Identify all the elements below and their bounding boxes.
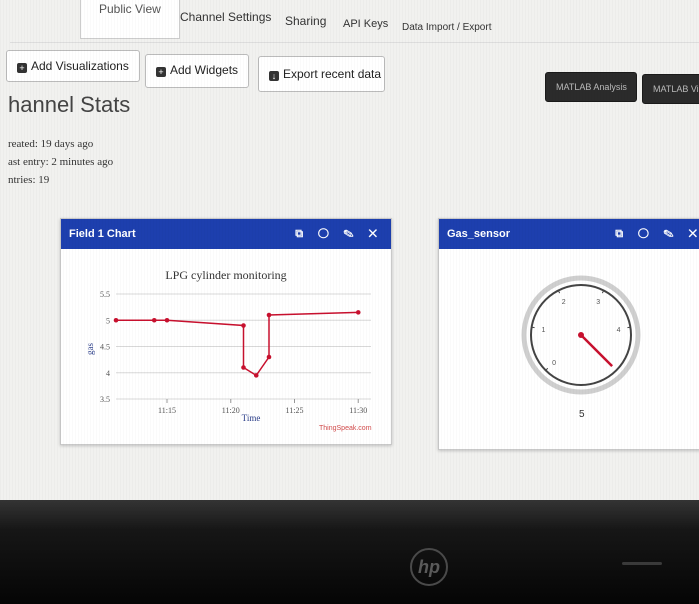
add-widgets-button[interactable]: + Add Widgets (145, 54, 250, 88)
gas-sensor-panel: Gas_sensor ⧉ ◯ ✎ ✕ 0 1 2 3 4 5 (438, 218, 699, 450)
gas-sensor-header: Gas_sensor ⧉ ◯ ✎ ✕ (439, 219, 699, 249)
tab-sharing[interactable]: Sharing (285, 14, 326, 28)
add-widgets-label: Add Widgets (170, 63, 239, 77)
gauge-tick-label: 2 (562, 299, 566, 306)
chart-ylabel: gas (85, 343, 95, 355)
data-point[interactable] (164, 317, 170, 323)
gas-gauge: 0 1 2 3 4 (521, 275, 641, 395)
bezel-slot (622, 562, 662, 565)
field1-chart-header: Field 1 Chart ⧉ ◯ ✎ ✕ (61, 219, 391, 249)
add-visualizations-button[interactable]: + Add Visualizations (6, 50, 140, 82)
tab-public-view[interactable]: Public View (80, 0, 180, 39)
y-tick-label: 5.5 (100, 290, 110, 299)
matlab-visualization-label: MATLAB Vis (653, 84, 699, 94)
gas-sensor-title: Gas_sensor (447, 228, 510, 240)
chart-xlabel: Time (242, 413, 261, 423)
last-entry-stat: ast entry: 2 minutes ago (8, 156, 114, 168)
gauge-tick-label: 0 (552, 360, 556, 367)
tab-channel-settings[interactable]: Channel Settings (180, 10, 271, 24)
y-tick-label: 4 (106, 369, 110, 378)
field1-chart-panel: Field 1 Chart ⧉ ◯ ✎ ✕ LPG cylinder monit… (60, 218, 392, 445)
x-tick-label: 11:25 (286, 406, 304, 415)
thingspeak-credit[interactable]: ThingSpeak.com (319, 425, 372, 432)
data-point[interactable] (266, 354, 272, 360)
plus-icon: + (17, 63, 27, 73)
download-icon: ↓ (269, 71, 279, 81)
tab-api-keys[interactable]: API Keys (343, 18, 388, 30)
data-point[interactable] (113, 317, 119, 323)
gauge-hub (578, 332, 584, 338)
data-point[interactable] (151, 317, 157, 323)
gauge-tick-label: 3 (596, 299, 600, 306)
y-tick-label: 3.5 (100, 395, 110, 404)
channel-stats-title: hannel Stats (8, 92, 131, 117)
gauge-tick-label: 1 (542, 327, 546, 334)
data-point[interactable] (241, 365, 246, 370)
matlab-analysis-button[interactable]: MATLAB Analysis (545, 72, 637, 102)
data-point[interactable] (266, 312, 272, 318)
add-visualizations-label: Add Visualizations (31, 59, 129, 73)
laptop-screen: Public View Channel Settings Sharing API… (0, 0, 699, 560)
gas-panel-action-icons[interactable]: ⧉ ◯ ✎ ✕ (615, 219, 699, 249)
plus-icon: + (156, 67, 166, 77)
gauge-value-text: 5 (579, 409, 585, 420)
gauge-tick-label: 4 (617, 327, 621, 334)
x-tick-label: 11:15 (158, 406, 176, 415)
matlab-analysis-label: MATLAB Analysis (556, 82, 627, 92)
channel-tabs: Public View Channel Settings Sharing API… (10, 0, 699, 40)
entries-stat: ntries: 19 (8, 174, 50, 186)
y-tick-label: 4.5 (100, 343, 110, 352)
data-point[interactable] (355, 310, 361, 315)
chart-title: LPG cylinder monitoring (165, 268, 286, 282)
field1-chart-title: Field 1 Chart (69, 228, 136, 240)
y-tick-label: 5 (106, 316, 110, 325)
created-stat: reated: 19 days ago (8, 138, 94, 150)
tab-data-import-export[interactable]: Data Import / Export (402, 22, 491, 33)
x-tick-label: 11:30 (349, 406, 367, 415)
data-point[interactable] (241, 323, 246, 328)
x-tick-label: 11:20 (222, 406, 240, 415)
matlab-visualization-button[interactable]: MATLAB Vis (642, 74, 699, 104)
bezel-shine (0, 500, 699, 530)
export-recent-data-button[interactable]: ↓ Export recent data (258, 56, 385, 92)
panel-action-icons[interactable]: ⧉ ◯ ✎ ✕ (295, 219, 383, 249)
export-recent-data-label: Export recent data (283, 67, 382, 81)
chart-grid: 3.5 4 4.5 5 5.5 11:15 11:20 11:25 11:30 (100, 290, 371, 415)
series-line (116, 311, 359, 377)
hp-logo-icon: hp (410, 548, 448, 586)
data-point[interactable] (253, 373, 259, 378)
tab-divider (10, 42, 699, 43)
field1-line-chart: LPG cylinder monitoring gas Time 3.5 4 4.5… (85, 268, 371, 423)
